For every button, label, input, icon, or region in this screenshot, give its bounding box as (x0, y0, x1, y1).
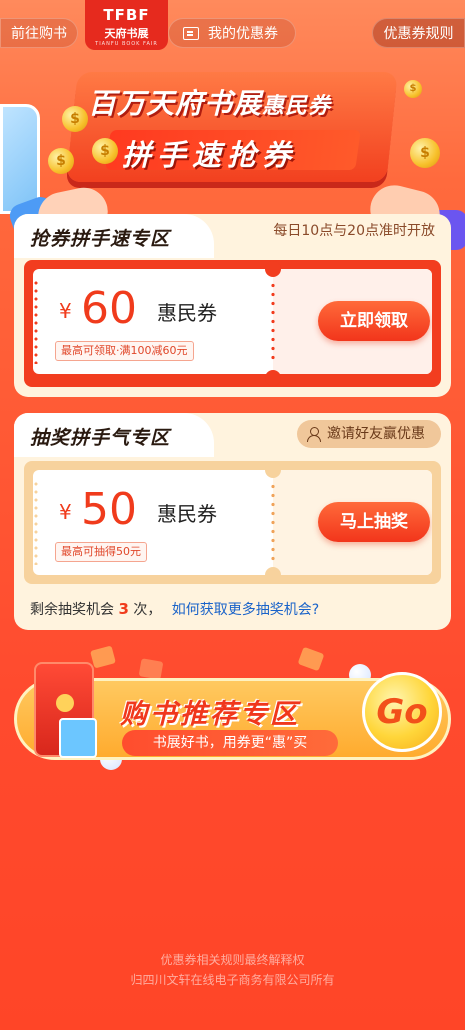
coupon-name: 惠民券 (157, 502, 217, 526)
remaining-prefix: 剩余抽奖机会 (30, 602, 114, 618)
coupon-card-60: ¥ 60 惠民券 最高可领取·满100减60元 立即领取 (33, 269, 432, 374)
currency-symbol: ¥ (59, 500, 72, 524)
ticket-icon (183, 27, 199, 40)
my-coupons-button[interactable]: 我的优惠券 (168, 18, 296, 48)
section-title: 抽奖拼手气专区 (30, 427, 171, 449)
hero-banner: 百万天府书展惠民券 拼手速抢券 $ $ $ $ $ (0, 60, 465, 250)
logo-subtitle: 天府书展 (104, 27, 149, 40)
footer-line-2: 归四川文轩在线电子商务有限公司所有 (130, 973, 335, 987)
coupon-limit-tag: 最高可领取·满100减60元 (55, 341, 194, 361)
more-chances-link[interactable]: 如何获取更多抽奖机会? (172, 602, 319, 618)
coin-icon: $ (62, 106, 88, 132)
logo-tiny-text: TIANFU BOOK FAIR (95, 41, 158, 47)
ticket-perforation (271, 281, 275, 363)
coupon-rules-button[interactable]: 优惠券规则 (372, 18, 465, 48)
recommend-subtitle: 书展好书，用券更“惠”买 (122, 730, 338, 756)
coupon-limit-tag: 最高可抽得50元 (55, 542, 147, 562)
footer-line-1: 优惠券相关规则最终解释权 (160, 953, 305, 967)
section-tab: 抽奖拼手气专区 (14, 413, 214, 457)
hero-title-main: 百万天府书展 (88, 87, 263, 120)
section-tab: 抢券拼手速专区 (14, 214, 214, 258)
coin-icon: $ (48, 148, 74, 174)
remaining-suffix: 次， (133, 602, 162, 618)
tfbf-logo: TFBF 天府书展 TIANFU BOOK FAIR (85, 0, 168, 50)
draw-lottery-button[interactable]: 马上抽奖 (318, 502, 430, 542)
ticket-notch (265, 462, 281, 478)
coupon-frame: ¥ 50 惠民券 最高可抽得50元 马上抽奖 (24, 461, 441, 584)
go-button[interactable]: Go (362, 672, 442, 752)
recommend-title: 购书推荐专区 (120, 699, 300, 730)
book-recommend-banner[interactable]: 购书推荐专区 书展好书，用券更“惠”买 Go (14, 660, 451, 772)
invite-label: 邀请好友赢优惠 (327, 426, 425, 442)
coin-icon: $ (92, 138, 118, 164)
ticket-edge-dots (33, 279, 39, 364)
ticket-edge-dots (33, 480, 39, 565)
remaining-count: 3 (118, 600, 129, 618)
invite-friends-button[interactable]: 邀请好友赢优惠 (297, 420, 441, 448)
coupon-frame: ¥ 60 惠民券 最高可领取·满100减60元 立即领取 (24, 260, 441, 387)
ticket-perforation (271, 482, 275, 564)
coin-icon: $ (404, 80, 422, 98)
user-icon (307, 427, 321, 442)
footer: 优惠券相关规则最终解释权 归四川文轩在线电子商务有限公司所有 (0, 950, 465, 990)
my-coupons-label: 我的优惠券 (208, 26, 278, 42)
schedule-note: 每日10点与20点准时开放 (273, 223, 435, 239)
grab-coupon-section: 抢券拼手速专区 每日10点与20点准时开放 ¥ 60 惠民券 最高可领取·满10… (14, 214, 451, 397)
amount-value: 50 (81, 484, 137, 535)
logo-text: TFBF (103, 6, 150, 24)
hero-subtitle: 拼手速抢券 (122, 138, 298, 172)
claim-now-button[interactable]: 立即领取 (318, 301, 430, 341)
currency-symbol: ¥ (59, 299, 72, 323)
section-title: 抢券拼手速专区 (30, 228, 171, 250)
gift-box-icon (59, 718, 97, 758)
coupon-name: 惠民券 (157, 301, 217, 325)
lottery-section: 抽奖拼手气专区 邀请好友赢优惠 ¥ 50 惠民券 最高可抽得50元 马上抽奖 剩… (14, 413, 451, 630)
amount-value: 60 (81, 283, 137, 334)
top-nav: 前往购书 TFBF 天府书展 TIANFU BOOK FAIR 我的优惠券 优惠… (0, 0, 465, 54)
remaining-chances: 剩余抽奖机会 3 次， 如何获取更多抽奖机会? (30, 599, 319, 619)
coupon-card-50: ¥ 50 惠民券 最高可抽得50元 马上抽奖 (33, 470, 432, 575)
hero-title-suffix: 惠民券 (262, 94, 332, 119)
ticket-notch (265, 567, 281, 583)
bow-icon (56, 694, 74, 712)
go-shopping-button[interactable]: 前往购书 (0, 18, 78, 48)
coin-icon: $ (410, 138, 440, 168)
ticket-notch (265, 261, 281, 277)
ticket-notch (265, 370, 281, 386)
hero-title: 百万天府书展惠民券 (88, 82, 388, 122)
